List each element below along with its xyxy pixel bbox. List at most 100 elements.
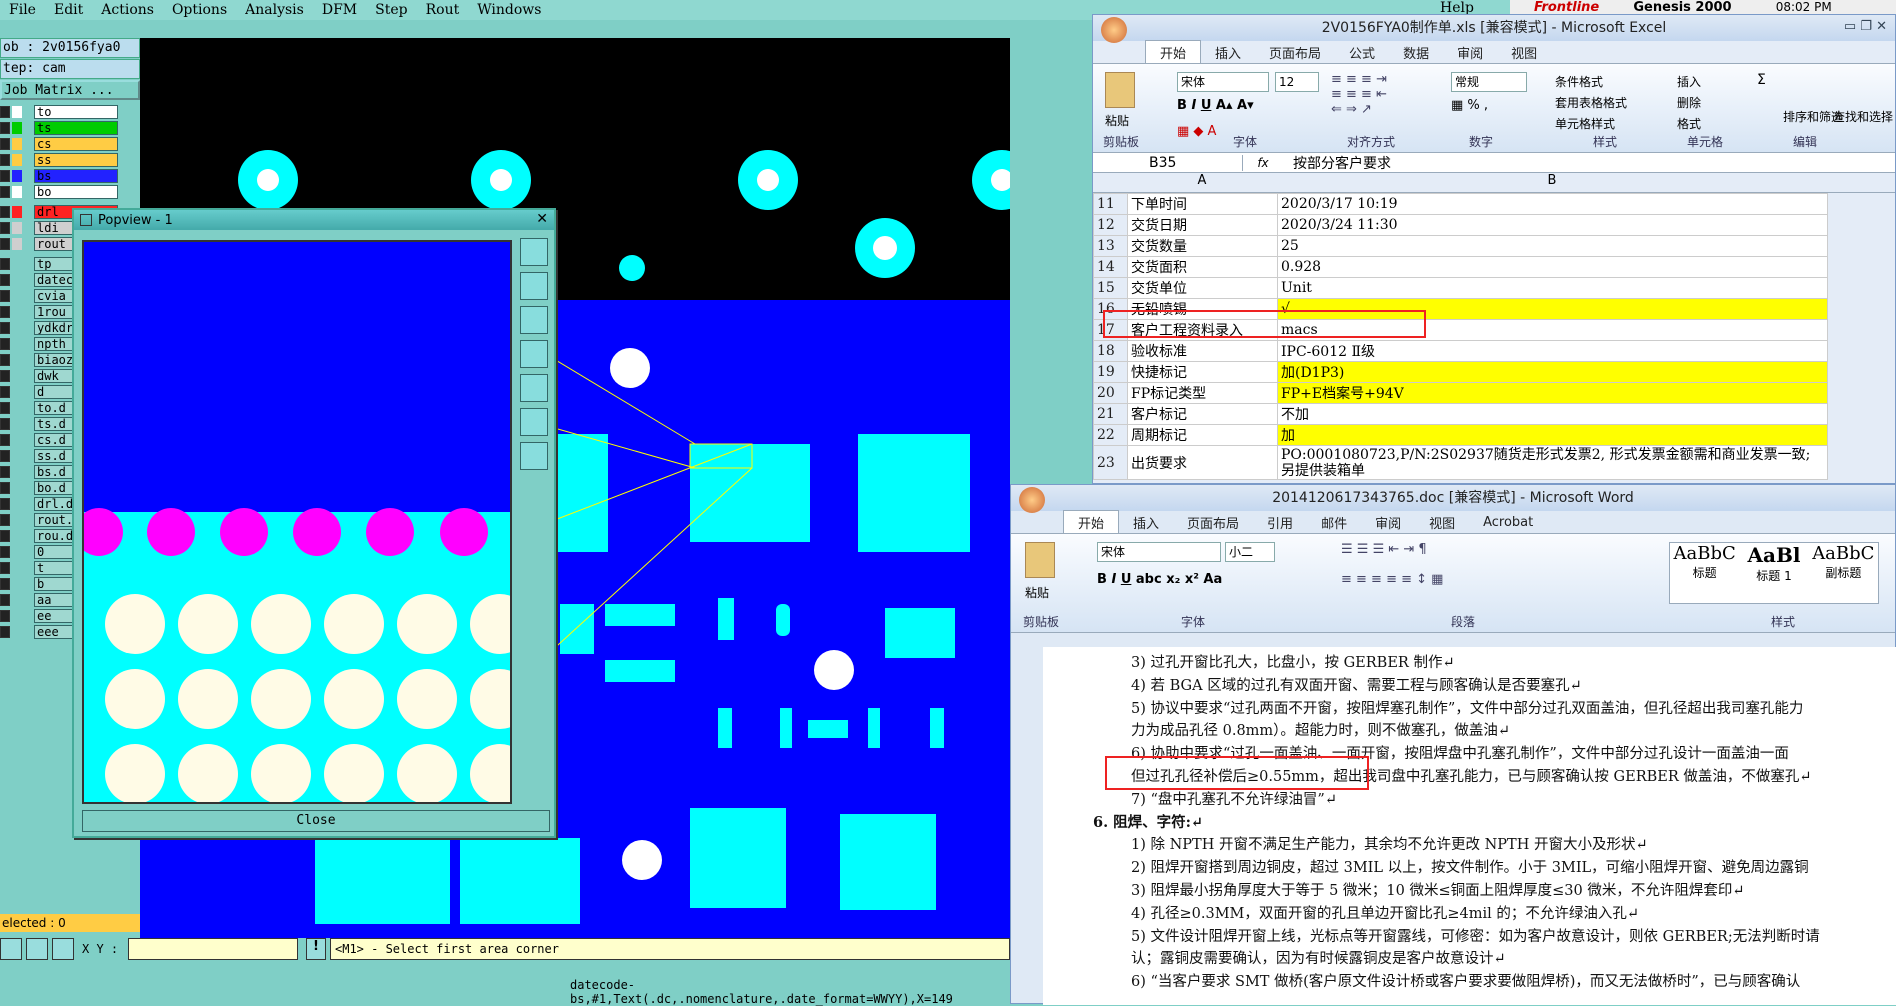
excel-tab-view[interactable]: 视图 (1497, 41, 1551, 64)
menu-options[interactable]: Options (172, 2, 227, 18)
excel-tab-insert[interactable]: 插入 (1201, 41, 1255, 64)
font-name-select[interactable]: 宋体 (1177, 72, 1269, 92)
row-number[interactable]: 21 (1093, 403, 1128, 425)
grid-tool-icon[interactable] (52, 938, 74, 960)
cell-b[interactable]: 加 (1277, 424, 1828, 446)
layer-row[interactable]: to (0, 104, 140, 120)
menu-analysis[interactable]: Analysis (245, 2, 304, 18)
layer-checkbox[interactable] (0, 578, 10, 590)
cell-a[interactable]: 客户标记 (1127, 403, 1278, 425)
layer-row[interactable]: cs (0, 136, 140, 152)
layer-checkbox[interactable] (0, 354, 10, 366)
row-number[interactable]: 19 (1093, 361, 1128, 383)
excel-tab-data[interactable]: 数据 (1389, 41, 1443, 64)
cell-a[interactable]: 快捷标记 (1127, 361, 1278, 383)
paste-label[interactable]: 粘贴 (1025, 584, 1049, 601)
word-tab-layout[interactable]: 页面布局 (1173, 511, 1253, 534)
row-number[interactable]: 15 (1093, 277, 1128, 299)
cell-b[interactable]: PO:0001080723,P/N:2S02937随货走形式发票2, 形式发票金… (1277, 445, 1828, 480)
alignment-buttons[interactable]: ≡ ≡ ≡ ⇥ ≡ ≡ ≡ ⇤ ⇐ ⇒ ↗ (1331, 72, 1413, 128)
delete-cells-button[interactable]: 删除 (1677, 93, 1701, 114)
close-icon[interactable]: ✕ (536, 211, 548, 227)
row-number[interactable]: 20 (1093, 382, 1128, 404)
row-number[interactable]: 22 (1093, 424, 1128, 446)
window-controls-icon[interactable]: ▭ ❐ ✕ (1844, 19, 1887, 34)
style-heading-1[interactable]: AaBl 标题 1 (1739, 543, 1808, 603)
row-number[interactable]: 12 (1093, 214, 1128, 236)
menu-step[interactable]: Step (375, 2, 407, 18)
format-cells-button[interactable]: 格式 (1677, 114, 1701, 135)
format-as-table-button[interactable]: 套用表格格式 (1555, 93, 1627, 114)
popview-close-button[interactable]: Close (82, 810, 550, 832)
layer-checkbox[interactable] (0, 186, 10, 198)
layer-row[interactable]: bs (0, 168, 140, 184)
font-size-select[interactable]: 小二 (1225, 542, 1275, 562)
pan-tool-icon[interactable] (0, 938, 22, 960)
cell-b[interactable]: IPC-6012 Ⅱ级 (1277, 340, 1828, 362)
document-page[interactable]: 3) 过孔开窗比孔大，比盘小，按 GERBER 制作↵ 4) 若 BGA 区域的过… (1043, 647, 1896, 1005)
fill-color-icon[interactable]: ▦ ◆ A (1177, 124, 1216, 139)
layer-row[interactable]: ts (0, 120, 140, 136)
layer-checkbox[interactable] (0, 258, 10, 270)
layer-checkbox[interactable] (0, 338, 10, 350)
xy-input[interactable] (128, 938, 298, 960)
word-tab-references[interactable]: 引用 (1253, 511, 1307, 534)
move-icon[interactable] (520, 442, 548, 470)
window-menu-icon[interactable] (80, 214, 92, 226)
layer-checkbox[interactable] (0, 290, 10, 302)
cell-b[interactable]: 25 (1277, 235, 1828, 257)
excel-titlebar[interactable]: 2V0156FYA0制作单.xls [兼容模式] - Microsoft Exc… (1093, 15, 1895, 41)
layer-checkbox[interactable] (0, 402, 10, 414)
word-tab-insert[interactable]: 插入 (1119, 511, 1173, 534)
layer-checkbox[interactable] (0, 434, 10, 446)
cell-b[interactable]: 0.928 (1277, 256, 1828, 278)
excel-tab-review[interactable]: 审阅 (1443, 41, 1497, 64)
layer-checkbox[interactable] (0, 562, 10, 574)
cell-b[interactable]: 不加 (1277, 403, 1828, 425)
layer-checkbox[interactable] (0, 482, 10, 494)
cell-b[interactable]: 2020/3/24 11:30 (1277, 214, 1828, 236)
zoom-in-icon[interactable] (520, 272, 548, 300)
word-tab-review[interactable]: 审阅 (1361, 511, 1415, 534)
excel-tab-home[interactable]: 开始 (1145, 40, 1202, 64)
cell-b[interactable]: 2020/3/17 10:19 (1277, 193, 1828, 215)
font-name-select[interactable]: 宋体 (1097, 542, 1221, 562)
layer-checkbox[interactable] (0, 306, 10, 318)
row-number[interactable]: 23 (1093, 445, 1128, 480)
layer-checkbox[interactable] (0, 370, 10, 382)
font-format-buttons[interactable]: B I U A▴ A▾ (1177, 98, 1254, 113)
layer-checkbox[interactable] (0, 170, 10, 182)
layer-checkbox[interactable] (0, 154, 10, 166)
cell-b[interactable]: 加(D1P3) (1277, 361, 1828, 383)
layer-checkbox[interactable] (0, 610, 10, 622)
layer-checkbox[interactable] (0, 322, 10, 334)
layer-checkbox[interactable] (0, 122, 10, 134)
cell-a[interactable]: FP标记类型 (1127, 382, 1278, 404)
cell-a[interactable]: 交货数量 (1127, 235, 1278, 257)
cell-a[interactable]: 交货面积 (1127, 256, 1278, 278)
office-button-icon[interactable] (1101, 17, 1127, 43)
cell-b[interactable]: FP+E档案号+94V (1277, 382, 1828, 404)
word-tab-home[interactable]: 开始 (1063, 510, 1120, 534)
number-format-select[interactable]: 常规 (1451, 72, 1527, 92)
pan-left-icon[interactable] (520, 340, 548, 368)
cell-b[interactable]: Unit (1277, 277, 1828, 299)
row-number[interactable]: 11 (1093, 193, 1128, 215)
paste-label[interactable]: 粘贴 (1105, 112, 1129, 129)
paragraph-buttons[interactable]: ☰ ☰ ☰ ⇤ ⇥ ¶ ≡ ≡ ≡ ≡ ≡ ↕ ▦ (1341, 542, 1443, 587)
layer-checkbox[interactable] (0, 206, 10, 218)
conditional-format-button[interactable]: 条件格式 (1555, 72, 1627, 93)
job-matrix-button[interactable]: Job Matrix ... (0, 80, 140, 100)
pan-right-icon[interactable] (520, 374, 548, 402)
excel-tab-layout[interactable]: 页面布局 (1255, 41, 1335, 64)
menu-windows[interactable]: Windows (477, 2, 541, 18)
layer-checkbox[interactable] (0, 238, 10, 250)
find-select-button[interactable]: 查找和选择 (1833, 108, 1893, 125)
row-number[interactable]: 18 (1093, 340, 1128, 362)
layer-checkbox[interactable] (0, 138, 10, 150)
layer-checkbox[interactable] (0, 466, 10, 478)
menu-edit[interactable]: Edit (54, 2, 83, 18)
column-a-header[interactable]: A (1127, 173, 1277, 192)
layer-checkbox[interactable] (0, 106, 10, 118)
layer-checkbox[interactable] (0, 626, 10, 638)
